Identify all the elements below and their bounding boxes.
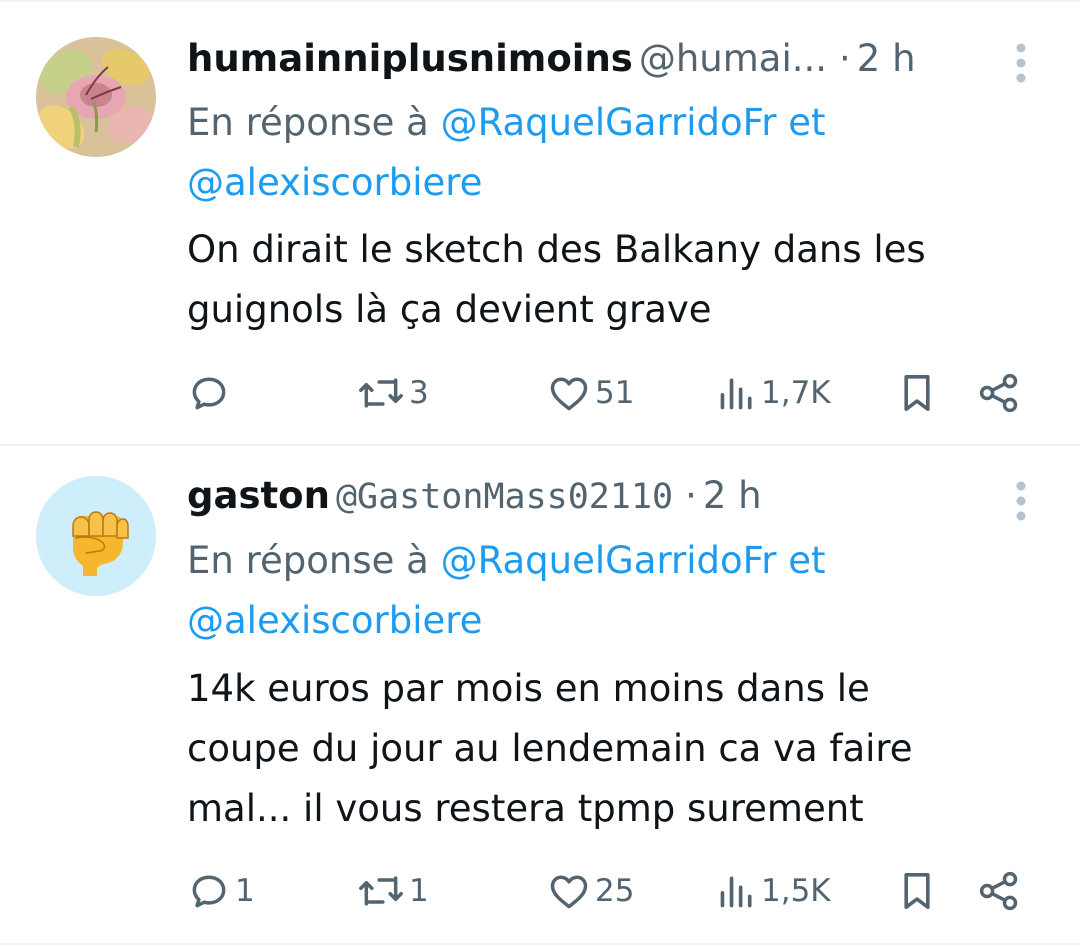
tweet-divider bbox=[0, 943, 1080, 945]
reply-count: 1 bbox=[235, 873, 255, 909]
tweet-text: 14k euros par mois en moins dans le coup… bbox=[187, 659, 1047, 839]
retweet-button[interactable]: 3 bbox=[357, 368, 429, 418]
reply-button[interactable]: 1 bbox=[187, 866, 255, 916]
reply-icon bbox=[192, 875, 226, 908]
tweet-actions: 3 51 1,7K bbox=[187, 368, 1047, 418]
mention-link[interactable]: @alexiscorbiere bbox=[187, 161, 482, 204]
timestamp[interactable]: 2 h bbox=[703, 474, 762, 517]
views-chart-icon bbox=[720, 876, 752, 908]
bookmark-icon bbox=[904, 873, 930, 909]
retweet-icon bbox=[359, 378, 403, 408]
reply-context: En réponse à @RaquelGarridoFr et @alexis… bbox=[187, 531, 1047, 651]
mention-link[interactable]: @alexiscorbiere bbox=[187, 599, 482, 642]
user-handle[interactable]: @humai... bbox=[639, 37, 827, 80]
views-button[interactable]: 1,7K bbox=[717, 368, 831, 418]
tweet-actions: 1 1 25 1,5K bbox=[187, 866, 1047, 916]
separator-dot: · bbox=[685, 474, 697, 517]
share-button[interactable] bbox=[977, 866, 1021, 916]
tweet-text-line: 14k euros par mois en moins dans le bbox=[187, 667, 870, 710]
views-chart-icon bbox=[720, 378, 752, 410]
heart-icon bbox=[550, 377, 588, 411]
tweet-header: gaston @GastonMass02110 · 2 h bbox=[187, 474, 762, 519]
flower-photo-icon bbox=[36, 37, 156, 157]
raised-fist-icon bbox=[36, 476, 156, 596]
like-button[interactable]: 51 bbox=[547, 368, 634, 418]
reply-button[interactable] bbox=[187, 368, 235, 418]
tweet-text-line: On dirait le sketch des Balkany dans les bbox=[187, 228, 926, 271]
reply-and[interactable]: et bbox=[788, 101, 825, 144]
view-count: 1,5K bbox=[761, 873, 831, 909]
retweet-button[interactable]: 1 bbox=[357, 866, 429, 916]
share-button[interactable] bbox=[977, 368, 1021, 418]
views-button[interactable]: 1,5K bbox=[717, 866, 831, 916]
like-count: 25 bbox=[595, 873, 635, 909]
view-count: 1,7K bbox=[761, 375, 831, 411]
tweet-text-line: guignols là ça devient grave bbox=[187, 288, 712, 331]
reply-context: En réponse à @RaquelGarridoFr et @alexis… bbox=[187, 93, 1047, 213]
mention-link[interactable]: @RaquelGarridoFr bbox=[441, 539, 777, 582]
tweet-text-line: coupe du jour au lendemain ca va faire bbox=[187, 727, 913, 770]
tweet[interactable]: gaston @GastonMass02110 · 2 h En réponse à … bbox=[0, 446, 1080, 943]
share-icon bbox=[979, 373, 1018, 413]
bookmark-icon bbox=[904, 374, 930, 411]
timestamp[interactable]: 2 h bbox=[857, 37, 916, 80]
tweet-header: humainniplusnimoins @humai... · 2 h bbox=[187, 37, 916, 81]
retweet-count: 3 bbox=[409, 375, 429, 411]
display-name[interactable]: gaston bbox=[187, 474, 330, 517]
retweet-count: 1 bbox=[409, 873, 429, 909]
avatar[interactable] bbox=[36, 476, 156, 596]
reply-icon bbox=[192, 377, 226, 410]
share-icon bbox=[979, 871, 1018, 911]
more-vertical-icon bbox=[1016, 43, 1026, 83]
separator-dot: · bbox=[839, 37, 851, 80]
reply-prefix: En réponse à bbox=[187, 101, 429, 144]
like-button[interactable]: 25 bbox=[547, 866, 634, 916]
like-count: 51 bbox=[595, 375, 635, 411]
tweet-text: On dirait le sketch des Balkany dans les… bbox=[187, 220, 1047, 340]
bookmark-button[interactable] bbox=[899, 866, 935, 916]
reply-prefix: En réponse à bbox=[187, 539, 429, 582]
reply-and[interactable]: et bbox=[788, 539, 825, 582]
display-name[interactable]: humainniplusnimoins bbox=[187, 37, 633, 80]
more-options-button[interactable] bbox=[1010, 40, 1032, 90]
tweet[interactable]: humainniplusnimoins @humai... · 2 h En répo… bbox=[0, 2, 1080, 444]
bookmark-button[interactable] bbox=[899, 368, 935, 418]
more-vertical-icon bbox=[1016, 481, 1026, 521]
heart-icon bbox=[550, 875, 588, 909]
mention-link[interactable]: @RaquelGarridoFr bbox=[441, 101, 777, 144]
tweet-text-line: mal... il vous restera tpmp surement bbox=[187, 787, 864, 830]
user-handle[interactable]: @GastonMass02110 bbox=[336, 477, 673, 517]
retweet-icon bbox=[359, 876, 403, 906]
avatar[interactable] bbox=[36, 37, 156, 157]
more-options-button[interactable] bbox=[1010, 478, 1032, 528]
